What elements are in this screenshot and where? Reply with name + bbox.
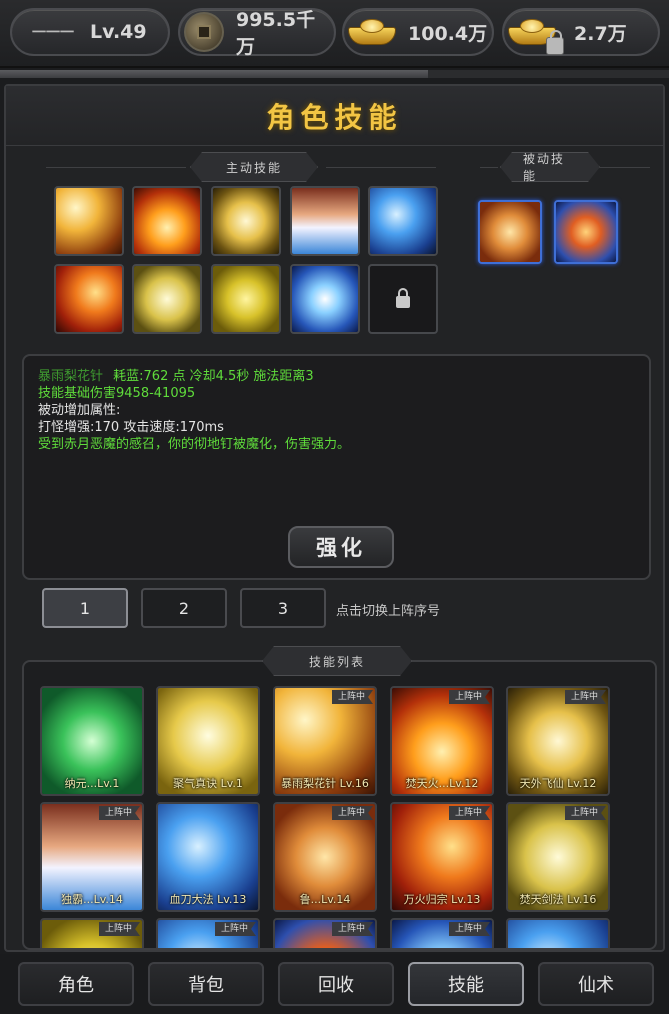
skill-card-label: 血刀大法 Lv.13	[169, 893, 247, 906]
skill-card[interactable]: 上阵中暴雨梨花针 Lv.16	[273, 686, 377, 796]
formation-hint: 点击切换上阵序号	[336, 604, 441, 619]
skill-card[interactable]: 纳元...Lv.1	[40, 686, 144, 796]
experience-bar	[0, 70, 669, 78]
nav-recycle[interactable]: 回收	[278, 962, 394, 1006]
equipped-badge: 上阵中	[331, 806, 373, 820]
active-skill-slot-3[interactable]	[211, 186, 281, 256]
skill-card[interactable]: 上阵中	[156, 918, 260, 948]
skill-name: 暴雨梨花针	[38, 369, 104, 384]
equipped-badge: 上阵中	[98, 806, 140, 820]
passive-skill-slot-1[interactable]	[478, 200, 542, 264]
skill-card[interactable]: 上阵中	[273, 918, 377, 948]
skill-card[interactable]: 上阵中独霸...Lv.14	[40, 802, 144, 912]
resource-bar: 一一一 Lv.49 995.5千万 100.4万 2.7万	[0, 0, 669, 68]
skill-stat-line: 暴雨梨花针 耗蓝:762 点 冷却4.5秒 施法距离3	[38, 368, 635, 385]
skill-base-damage: 技能基础伤害9458-41095	[38, 386, 196, 401]
skill-card[interactable]: 上阵中鲁...Lv.14	[273, 802, 377, 912]
skill-card-label: 独霸...Lv.14	[61, 893, 123, 906]
skill-card-label: 纳元...Lv.1	[64, 777, 120, 790]
skill-card-label: 焚天火...Lv.12	[405, 777, 479, 790]
equipped-badge: 上阵中	[448, 690, 490, 704]
skill-list-title-label: 技能列表	[308, 654, 365, 669]
skill-card[interactable]: 聚气真诀 Lv.1	[156, 686, 260, 796]
skill-card-label: 鲁...Lv.14	[299, 893, 351, 906]
locked-skill-slot[interactable]	[368, 264, 438, 334]
skill-list-title: 技能列表	[262, 646, 412, 676]
nav-bag[interactable]: 背包	[148, 962, 264, 1006]
skill-card-label: 万火归宗 Lv.13	[403, 893, 481, 906]
active-skill-slot-7[interactable]	[132, 264, 202, 334]
equipped-badge: 上阵中	[331, 922, 373, 936]
player-level: Lv.49	[90, 21, 147, 43]
skill-flavor-text: 受到赤月恶魔的感召，你的彻地钉被魔化，伤害强力。	[38, 437, 351, 452]
skill-card[interactable]: 上阵中天外飞仙 Lv.12	[506, 686, 610, 796]
skill-card[interactable]: 上阵中	[390, 918, 494, 948]
page-title: 角色技能	[266, 100, 403, 134]
equipped-badge: 上阵中	[448, 806, 490, 820]
skill-cost-cooldown-range: 耗蓝:762 点 冷却4.5秒 施法距离3	[113, 369, 314, 384]
player-level-pill[interactable]: 一一一 Lv.49	[10, 8, 170, 56]
gold-amount: 100.4万	[408, 22, 488, 45]
player-name: 一一一	[32, 25, 74, 41]
active-skill-slot-1[interactable]	[54, 186, 124, 256]
active-skills-tab[interactable]: 主动技能	[190, 152, 318, 182]
passive-attr-values: 打怪增强:170 攻击速度:170ms	[38, 420, 224, 435]
blue-icon	[508, 920, 608, 948]
bottom-nav: 角色 背包 回收 技能 仙术	[0, 954, 669, 1014]
formation-tab-1[interactable]: 1	[42, 588, 128, 628]
gold-ingot-icon	[346, 17, 398, 47]
equipped-badge: 上阵中	[564, 690, 606, 704]
copper-coin-icon	[184, 12, 224, 52]
passive-skills-tab[interactable]: 被动技能	[500, 152, 600, 182]
lock-icon	[546, 30, 564, 55]
skill-card-label: 暴雨梨花针 Lv.16	[281, 777, 369, 790]
equipped-badge: 上阵中	[98, 922, 140, 936]
gold-pill[interactable]: 100.4万	[342, 8, 494, 56]
active-skill-slot-9[interactable]	[290, 264, 360, 334]
skill-card-label: 天外飞仙 Lv.12	[519, 777, 597, 790]
lock-icon	[396, 288, 410, 308]
bound-gold-amount: 2.7万	[574, 22, 627, 45]
bound-gold-ingot-icon	[506, 17, 564, 55]
formation-tab-3[interactable]: 3	[240, 588, 326, 628]
equipped-badge: 上阵中	[448, 922, 490, 936]
active-skill-slot-4[interactable]	[290, 186, 360, 256]
skill-list: 纳元...Lv.1 聚气真诀 Lv.1 上阵中 暴雨梨花针 Lv.16 上阵中 焚天火..…	[22, 660, 657, 950]
nav-skills[interactable]: 技能	[408, 962, 524, 1006]
skill-card[interactable]	[506, 918, 610, 948]
active-skill-slot-5[interactable]	[368, 186, 438, 256]
experience-bar-fill	[0, 70, 429, 78]
active-skill-slot-8[interactable]	[211, 264, 281, 334]
equipped-badge: 上阵中	[564, 806, 606, 820]
skill-card[interactable]: 上阵中焚天火...Lv.12	[390, 686, 494, 796]
strengthen-button[interactable]: 强化	[288, 526, 394, 568]
active-skills-tab-label: 主动技能	[225, 160, 282, 175]
panel-header: 角色技能	[6, 86, 663, 146]
bound-gold-pill[interactable]: 2.7万	[502, 8, 660, 56]
formation-tab-2[interactable]: 2	[141, 588, 227, 628]
passive-skill-slot-2[interactable]	[554, 200, 618, 264]
nav-immortal-arts[interactable]: 仙术	[538, 962, 654, 1006]
skill-card[interactable]: 血刀大法 Lv.13	[156, 802, 260, 912]
skill-card-label: 焚天剑法 Lv.16	[519, 893, 597, 906]
active-skill-slot-2[interactable]	[132, 186, 202, 256]
skill-card-label: 聚气真诀 Lv.1	[173, 777, 243, 790]
passive-attr-heading: 被动增加属性:	[38, 403, 121, 418]
copper-pill[interactable]: 995.5千万	[178, 8, 336, 58]
skill-card[interactable]: 上阵中万火归宗 Lv.13	[390, 802, 494, 912]
active-skill-slot-6[interactable]	[54, 264, 124, 334]
nav-character[interactable]: 角色	[18, 962, 134, 1006]
skill-card[interactable]: 上阵中焚天剑法 Lv.16	[506, 802, 610, 912]
equipped-badge: 上阵中	[214, 922, 256, 936]
skill-panel: 角色技能 主动技能 被动技能 暴雨梨花针 耗蓝:762 点 冷却4.5秒 施法距…	[4, 84, 665, 952]
skill-card[interactable]: 上阵中	[40, 918, 144, 948]
passive-skills-tab-label: 被动技能	[523, 152, 566, 183]
copper-amount: 995.5千万	[235, 9, 316, 58]
equipped-badge: 上阵中	[331, 690, 373, 704]
